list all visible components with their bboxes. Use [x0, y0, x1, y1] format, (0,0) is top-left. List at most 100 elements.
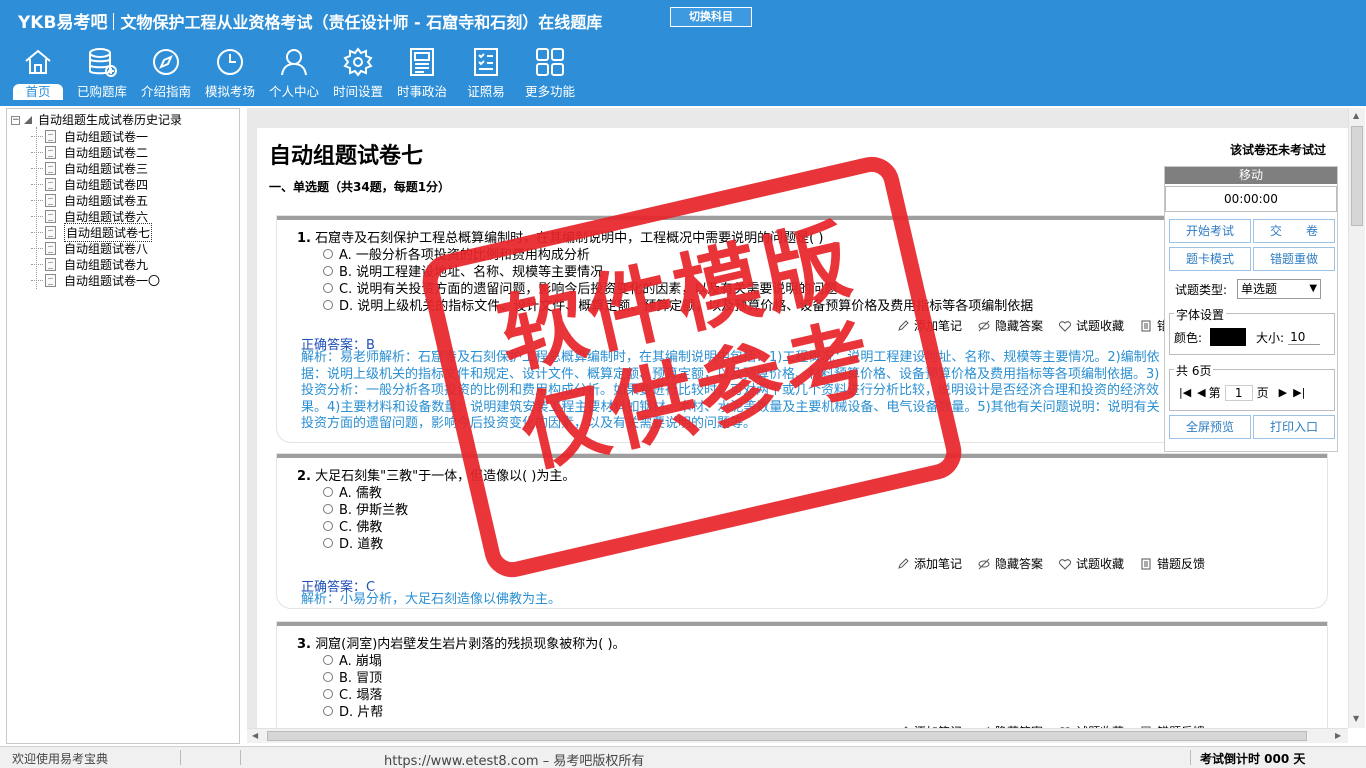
- page-count-legend: 共 6页: [1174, 362, 1214, 379]
- fullscreen-preview-button[interactable]: 全屏预览: [1169, 415, 1251, 439]
- page-nav-group: 共 6页 |◀ ◀ 第 1 页 ▶ ▶|: [1169, 362, 1335, 411]
- tree-item-paper-5[interactable]: 自动组题试卷五: [30, 192, 160, 208]
- exam-history-tree: − 自动组题生成试卷历史记录 自动组题试卷一 自动组题试卷二 自动组题试卷三 自…: [6, 108, 240, 744]
- newspaper-icon: [410, 48, 434, 76]
- radio-button[interactable]: [323, 520, 333, 531]
- panel-move-handle[interactable]: 移动: [1165, 167, 1337, 184]
- tree-item-paper-1[interactable]: 自动组题试卷一: [30, 128, 160, 144]
- option-d[interactable]: D. 片帮: [323, 701, 383, 720]
- submit-exam-button[interactable]: 交 卷: [1253, 219, 1335, 243]
- vertical-scroll-thumb[interactable]: [1351, 126, 1363, 226]
- radio-button[interactable]: [323, 248, 333, 259]
- scroll-right-icon[interactable]: ▶: [1335, 731, 1341, 740]
- font-settings-legend: 字体设置: [1174, 306, 1227, 323]
- status-divider: [180, 750, 181, 765]
- switch-subject-button[interactable]: 切换科目: [670, 7, 752, 27]
- radio-button[interactable]: [323, 688, 333, 699]
- horizontal-scrollbar[interactable]: ◀ ▶: [247, 728, 1348, 743]
- font-color-swatch[interactable]: [1210, 328, 1247, 346]
- question-actions: 添加笔记 隐藏答案 试题收藏 错题反馈: [897, 555, 1221, 572]
- question-type-select[interactable]: 单选题: [1237, 279, 1322, 299]
- radio-button[interactable]: [323, 265, 333, 276]
- tree-items: 自动组题试卷一 自动组题试卷二 自动组题试卷三 自动组题试卷四 自动组题试卷五 …: [30, 128, 160, 288]
- toolbar-purchased[interactable]: 已购题库: [70, 46, 134, 104]
- next-page-icon[interactable]: ▶: [1279, 386, 1287, 399]
- tree-item-paper-7[interactable]: 自动组题试卷七: [30, 222, 160, 242]
- home-icon: [25, 49, 51, 74]
- tree-item-paper-2[interactable]: 自动组题试卷二: [30, 144, 160, 160]
- pencil-icon: [898, 319, 909, 331]
- radio-button[interactable]: [323, 705, 333, 716]
- vertical-scrollbar[interactable]: ▲ ▼: [1348, 108, 1365, 728]
- radio-button[interactable]: [323, 671, 333, 682]
- prev-page-icon[interactable]: ◀: [1197, 386, 1205, 399]
- card-mode-button[interactable]: 题卡模式: [1169, 247, 1251, 271]
- answer-analysis: 解析：易老师解析：石窟寺及石刻保护工程总概算编制时，在其编制说明中包括：1)工程…: [301, 350, 1160, 431]
- report-error-button[interactable]: 错题反馈: [1140, 555, 1205, 572]
- toolbar-time-settings[interactable]: 时间设置: [326, 46, 390, 104]
- toolbar-guide[interactable]: 介绍指南: [134, 46, 198, 104]
- tree-root[interactable]: − 自动组题生成试卷历史记录: [11, 113, 182, 127]
- scroll-up-icon[interactable]: ▲: [1353, 111, 1359, 120]
- paper-status: 该试卷还未考试过: [1229, 143, 1326, 157]
- print-button[interactable]: 打印入口: [1253, 415, 1335, 439]
- favorite-button[interactable]: 试题收藏: [1059, 555, 1124, 572]
- toolbar-profile[interactable]: 个人中心: [262, 46, 326, 104]
- welcome-text: 欢迎使用易考宝典: [12, 752, 109, 766]
- document-icon: [45, 177, 56, 191]
- radio-button[interactable]: [323, 654, 333, 665]
- tree-item-paper-9[interactable]: 自动组题试卷九: [30, 256, 160, 272]
- redo-wrong-button[interactable]: 错题重做: [1253, 247, 1335, 271]
- hide-answer-button[interactable]: 隐藏答案: [978, 317, 1043, 334]
- tree-item-paper-3[interactable]: 自动组题试卷三: [30, 160, 160, 176]
- tree-item-paper-8[interactable]: 自动组题试卷八: [30, 240, 160, 256]
- user-icon: [281, 49, 307, 76]
- grid-icon: [536, 48, 564, 76]
- document-icon: [45, 129, 56, 143]
- pencil-icon: [898, 557, 909, 569]
- toolbar-home[interactable]: 首页: [6, 46, 70, 104]
- exam-control-panel: 移动 00:00:00 开始考试 交 卷 题卡模式 错题重做 试题类型: 单选题…: [1164, 166, 1338, 452]
- scroll-left-icon[interactable]: ◀: [252, 731, 258, 740]
- report-icon: [1141, 320, 1151, 331]
- tree-item-paper-10[interactable]: 自动组题试卷一〇: [30, 272, 160, 288]
- report-icon: [1141, 558, 1151, 569]
- toolbar-mock-exam[interactable]: 模拟考场: [198, 46, 262, 104]
- add-note-button[interactable]: 添加笔记: [897, 317, 962, 334]
- document-icon: [45, 193, 56, 207]
- start-exam-button[interactable]: 开始考试: [1169, 219, 1251, 243]
- hide-answer-button[interactable]: 隐藏答案: [978, 555, 1043, 572]
- app-title: 文物保护工程从业资格考试（责任设计师 - 石窟寺和石刻）在线题库: [120, 13, 603, 32]
- radio-button[interactable]: [323, 537, 333, 548]
- heart-icon: [1059, 558, 1072, 570]
- brand-logo: YKB易考吧: [18, 13, 108, 33]
- tree-item-paper-4[interactable]: 自动组题试卷四: [30, 176, 160, 192]
- radio-button[interactable]: [323, 486, 333, 497]
- checklist-icon: [474, 48, 498, 76]
- font-size-input[interactable]: 10: [1288, 330, 1321, 345]
- option-d[interactable]: D. 说明上级机关的指标文件、设计文件、概算定额、预算定额，以及预算价格、设备预…: [323, 295, 1033, 314]
- section-heading: 一、单选题（共34题，每题1分）: [269, 180, 451, 194]
- document-icon: [45, 225, 56, 239]
- toolbar-current-affairs[interactable]: 时事政治: [390, 46, 454, 104]
- main-toolbar: 首页 已购题库 介绍指南 模拟考场 个人中心 时间设置 时事政治 证照易 更多功…: [6, 46, 582, 106]
- toolbar-more[interactable]: 更多功能: [518, 46, 582, 104]
- document-icon: [45, 161, 56, 175]
- page-prefix: 第: [1208, 386, 1221, 400]
- option-d[interactable]: D. 道教: [323, 533, 383, 552]
- app-title-bar: YKB易考吧 文物保护工程从业资格考试（责任设计师 - 石窟寺和石刻）在线题库: [18, 8, 602, 33]
- toolbar-certificates[interactable]: 证照易: [454, 46, 518, 104]
- radio-button[interactable]: [323, 299, 333, 310]
- collapse-icon[interactable]: −: [11, 115, 20, 125]
- radio-button[interactable]: [323, 503, 333, 514]
- last-page-icon[interactable]: ▶|: [1293, 386, 1305, 399]
- horizontal-scroll-thumb[interactable]: [267, 731, 1307, 741]
- favorite-button[interactable]: 试题收藏: [1059, 317, 1124, 334]
- scroll-down-icon[interactable]: ▼: [1353, 714, 1359, 723]
- first-page-icon[interactable]: |◀: [1179, 386, 1191, 399]
- radio-button[interactable]: [323, 282, 333, 293]
- document-icon: [45, 241, 56, 255]
- status-divider: [1190, 750, 1191, 765]
- page-number-input[interactable]: 1: [1224, 384, 1253, 401]
- add-note-button[interactable]: 添加笔记: [897, 555, 962, 572]
